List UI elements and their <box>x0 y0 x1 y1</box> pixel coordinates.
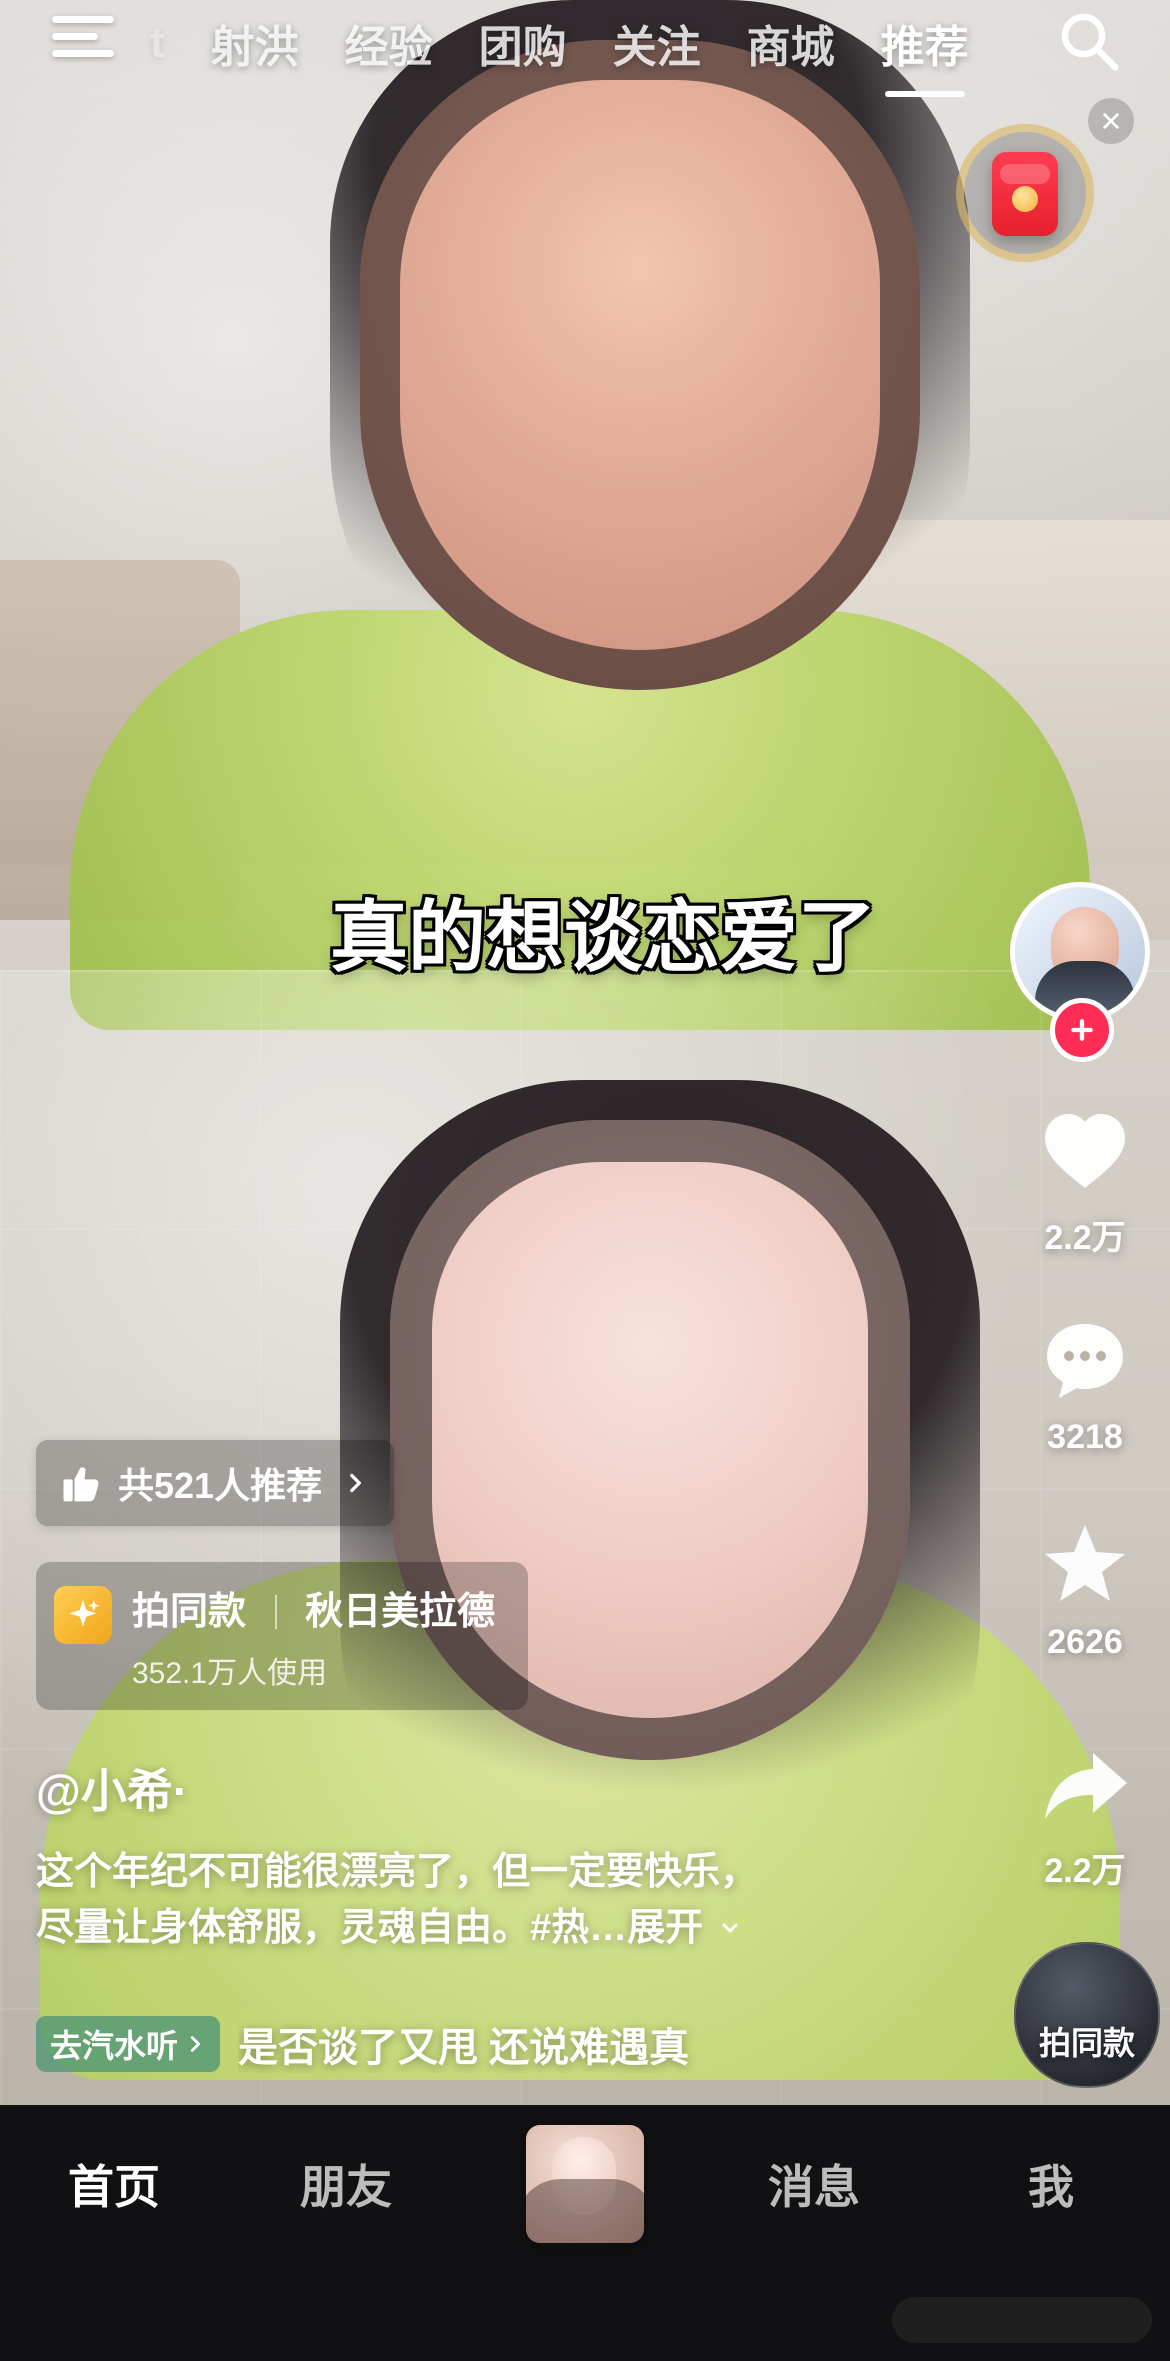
tab-recommended[interactable]: 推荐 <box>881 11 969 97</box>
same-style-usage: 352.1万人使用 <box>132 1657 328 1690</box>
video-description: 这个年纪不可能很漂亮了，但一定要快乐， 尽量让身体舒服，灵魂自由。#热…展开 <box>36 1844 916 1956</box>
watermark <box>892 2297 1152 2343</box>
tab-experience[interactable]: 经验 <box>345 11 433 75</box>
favorite-count: 2626 <box>1047 1623 1123 1661</box>
comment-icon <box>1035 1310 1135 1410</box>
thumb-up-icon <box>63 1467 99 1502</box>
author-name[interactable]: @小希· <box>36 1755 188 1821</box>
chevron-right-icon <box>190 2036 201 2052</box>
share-action[interactable]: 2.2万 <box>1000 1735 1170 1892</box>
comment-count: 3218 <box>1047 1418 1123 1456</box>
tab-mall[interactable]: 商城 <box>747 11 835 75</box>
same-style-title: 拍同款 秋日美拉德 <box>132 1580 495 1635</box>
menu-icon[interactable] <box>52 12 114 62</box>
music-title[interactable]: 是否谈了又甩 还说难遇真 <box>238 2015 718 2073</box>
nav-home[interactable]: 首页 <box>68 2151 160 2217</box>
top-tabs: t 射洪 经验 团购 关注 商城 推荐 <box>150 0 969 97</box>
video-subject-face-top <box>360 40 920 690</box>
chevron-down-icon <box>722 1923 738 1933</box>
comment-action[interactable]: 3218 <box>1000 1310 1170 1457</box>
same-style-card[interactable]: 拍同款 秋日美拉德 352.1万人使用 <box>36 1562 528 1710</box>
heart-icon <box>1035 1102 1135 1202</box>
tab-groupbuy[interactable]: 团购 <box>479 11 567 75</box>
same-style-disc[interactable]: 拍同款 <box>1014 1942 1160 2088</box>
share-icon <box>1035 1735 1135 1835</box>
video-subtitle: 真的想谈恋爱了 <box>330 893 877 981</box>
nav-me[interactable]: 我 <box>1028 2151 1074 2217</box>
share-count: 2.2万 <box>1044 1852 1126 1890</box>
star-icon <box>1035 1515 1135 1615</box>
nav-friends[interactable]: 朋友 <box>300 2151 392 2217</box>
music-row: 去汽水听 是否谈了又甩 还说难遇真 <box>36 2014 718 2074</box>
top-bar: t 射洪 经验 团购 关注 商城 推荐 <box>0 0 1170 262</box>
like-count: 2.2万 <box>1044 1219 1126 1257</box>
bottom-navigation: 首页 朋友 消息 我 <box>0 2105 1170 2361</box>
like-action[interactable]: 2.2万 <box>1000 1102 1170 1259</box>
favorite-action[interactable]: 2626 <box>1000 1515 1170 1662</box>
description-line-2: 尽量让身体舒服，灵魂自由。#热…展开 <box>36 1900 916 1956</box>
music-open-button[interactable]: 去汽水听 <box>36 2016 221 2072</box>
tab-faint-left: t <box>150 18 165 67</box>
nav-create-thumbnail[interactable] <box>526 2125 644 2243</box>
description-line-1: 这个年纪不可能很漂亮了，但一定要快乐， <box>36 1851 759 1893</box>
same-style-label: 拍同款 <box>1038 2025 1135 2061</box>
chevron-right-icon <box>350 1473 362 1493</box>
title-separator <box>274 1594 277 1629</box>
same-style-title-right: 秋日美拉德 <box>305 1591 496 1633</box>
music-open-label: 去汽水听 <box>50 2028 179 2064</box>
recommend-pill[interactable]: 共521人推荐 <box>36 1440 395 1526</box>
sparkle-icon <box>54 1586 112 1644</box>
nav-messages[interactable]: 消息 <box>768 2151 860 2217</box>
same-style-title-left: 拍同款 <box>132 1591 247 1633</box>
right-action-rail: 2.2万 3218 2626 2.2万 拍同款 <box>1000 0 1170 2105</box>
expand-button[interactable]: 展开 <box>627 1907 703 1949</box>
plus-icon <box>1071 1019 1093 1041</box>
follow-button[interactable] <box>1050 998 1114 1062</box>
tab-following[interactable]: 关注 <box>613 11 701 75</box>
description-line-2-text: 尽量让身体舒服，灵魂自由。#热… <box>36 1907 628 1949</box>
recommend-text: 共521人推荐 <box>118 1465 323 1506</box>
tab-shehong[interactable]: 射洪 <box>211 11 299 75</box>
